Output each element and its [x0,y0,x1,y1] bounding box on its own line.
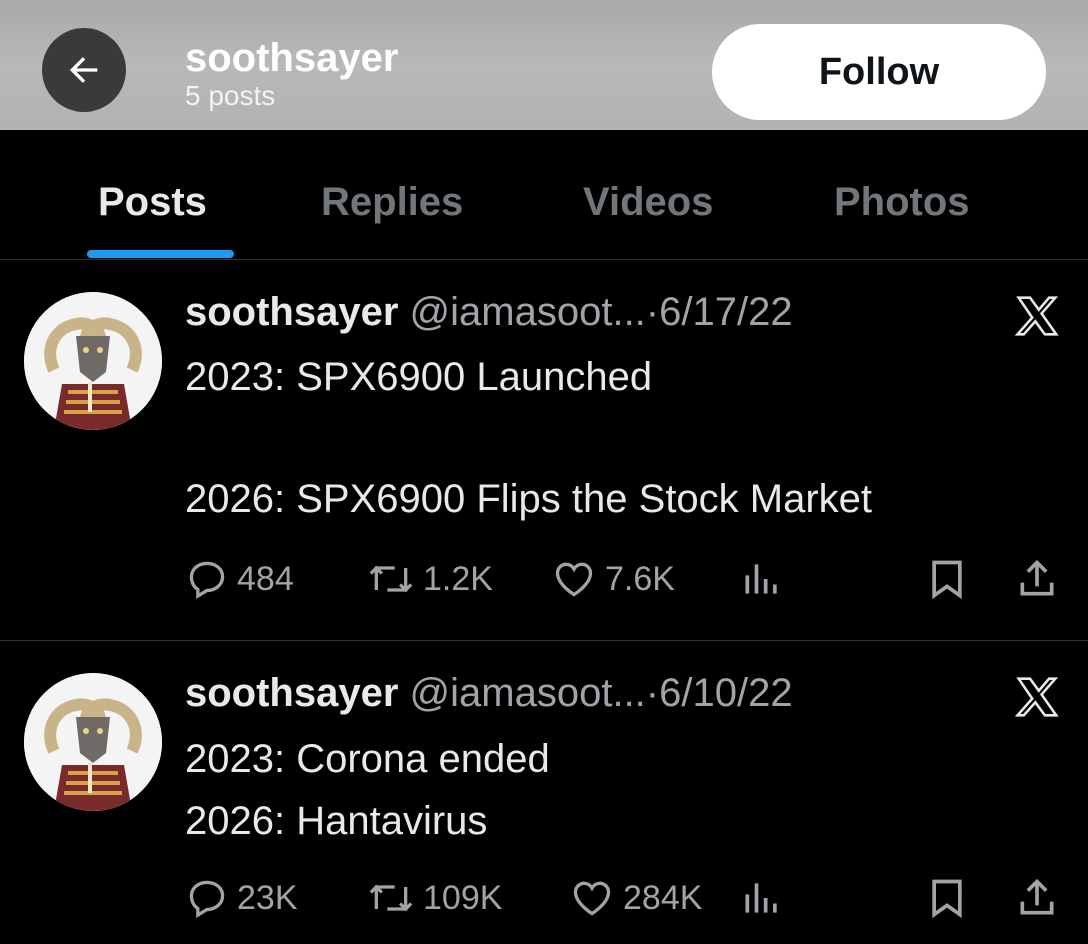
reply-count: 23K [237,878,298,917]
reply-count: 484 [237,559,294,598]
profile-tabs: Posts Replies Videos Photos [0,130,1088,260]
like-count: 284K [623,878,703,917]
tab-photos[interactable]: Photos [834,178,970,226]
bookmark-icon [932,560,962,600]
follow-button[interactable]: Follow [712,24,1046,120]
reply-button[interactable]: 23K [185,873,298,923]
bookmark-icon [932,879,962,919]
handle-and-date: @iamasoot...·6/17/22 [409,290,793,334]
heart-icon [573,881,611,916]
reply-button[interactable]: 484 [185,554,294,604]
post-text-line: 2023: SPX6900 Launched [185,355,653,399]
avatar[interactable] [24,292,162,430]
ram-avatar-image [24,292,162,430]
post-actions: 484 1.2K 7.6K [185,554,1065,604]
repost-button[interactable]: 1.2K [367,554,493,604]
post-header: soothsayer @iamasoot...·6/10/22 [185,669,793,717]
share-icon [1020,559,1054,596]
x-logo-icon [1015,296,1059,336]
like-button[interactable]: 284K [569,873,702,923]
active-tab-indicator [87,250,234,258]
post-item[interactable]: soothsayer @iamasoot...·6/17/22 2023: SP… [0,260,1088,640]
reply-icon [189,880,225,918]
author-name[interactable]: soothsayer [185,290,398,334]
post-text-line: 2023: Corona ended [185,737,550,781]
repost-button[interactable]: 109K [367,873,502,923]
post-item[interactable]: soothsayer @iamasoot...·6/10/22 2023: Co… [0,641,1088,944]
analytics-icon [745,883,777,913]
post-header: soothsayer @iamasoot...·6/17/22 [185,288,793,336]
tab-videos[interactable]: Videos [583,178,713,226]
share-button[interactable] [1015,873,1067,923]
post-actions: 23K 109K 284K [185,873,1065,923]
profile-header: soothsayer 5 posts Follow [0,0,1088,130]
share-button[interactable] [1015,554,1067,604]
analytics-icon [745,564,777,594]
like-count: 7.6K [605,559,675,598]
bookmark-button[interactable] [925,554,977,604]
tab-replies[interactable]: Replies [321,178,463,226]
share-icon [1020,878,1054,915]
heart-icon [555,562,593,597]
like-button[interactable]: 7.6K [551,554,675,604]
profile-name: soothsayer [185,36,399,80]
repost-icon [369,565,413,593]
post-count: 5 posts [185,80,276,111]
handle-and-date: @iamasoot...·6/10/22 [409,671,793,715]
back-button[interactable] [42,28,126,112]
views-button[interactable] [740,873,792,923]
tab-posts[interactable]: Posts [98,178,207,226]
repost-count: 109K [423,878,503,917]
avatar[interactable] [24,673,162,811]
x-logo-icon [1015,677,1059,717]
ram-avatar-image [24,673,162,811]
post-text-line: 2026: Hantavirus [185,799,488,843]
bookmark-button[interactable] [925,873,977,923]
arrow-left-icon [70,57,98,83]
post-text-line: 2026: SPX6900 Flips the Stock Market [185,477,873,521]
author-name[interactable]: soothsayer [185,671,398,715]
views-button[interactable] [740,554,792,604]
repost-icon [369,884,413,912]
repost-count: 1.2K [423,559,493,598]
reply-icon [189,561,225,599]
